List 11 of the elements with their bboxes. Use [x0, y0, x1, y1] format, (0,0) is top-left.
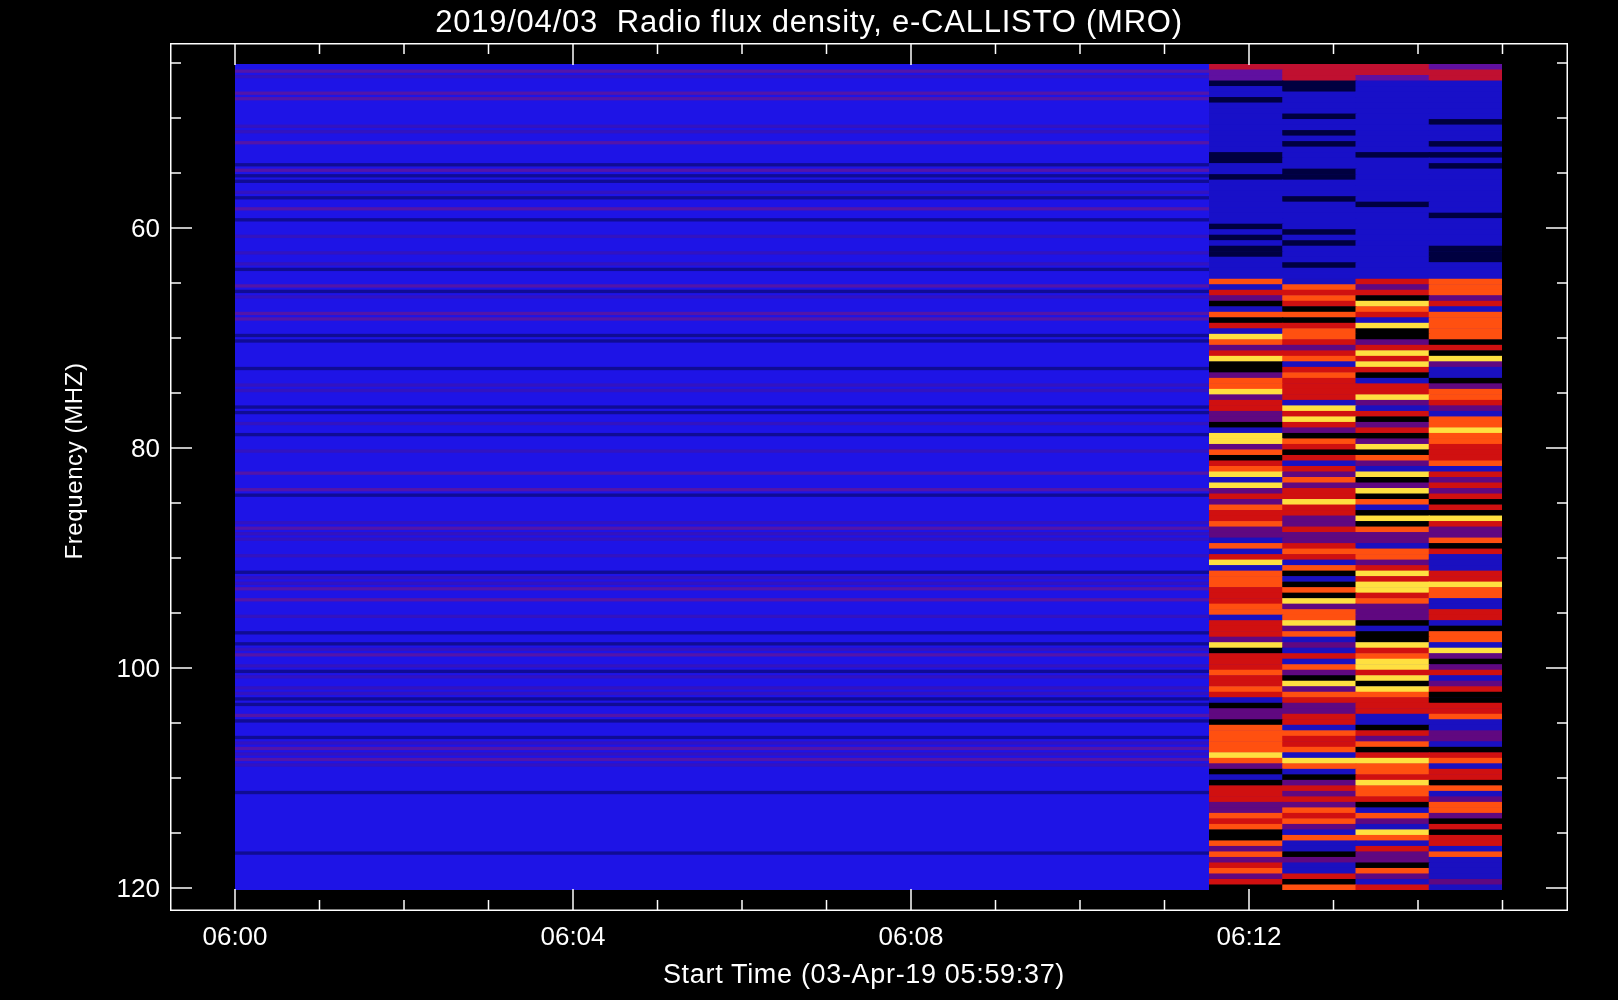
x-tick-label: 06:12: [1216, 923, 1282, 949]
y-tick-label: 80: [131, 435, 160, 461]
x-tick-label: 06:04: [540, 923, 606, 949]
chart-title: 2019/04/03 Radio flux density, e-CALLISTO (MRO): [435, 6, 1183, 37]
y-tick-label: 60: [131, 215, 160, 241]
x-tick-label: 06:08: [878, 923, 944, 949]
x-axis-label: Start Time (03-Apr-19 05:59:37): [662, 961, 1066, 988]
x-tick-label: 06:00: [202, 923, 268, 949]
y-tick-label: 120: [116, 875, 160, 901]
y-axis-label: Frequency (MHZ): [62, 362, 86, 560]
y-tick-label: 100: [116, 655, 160, 681]
